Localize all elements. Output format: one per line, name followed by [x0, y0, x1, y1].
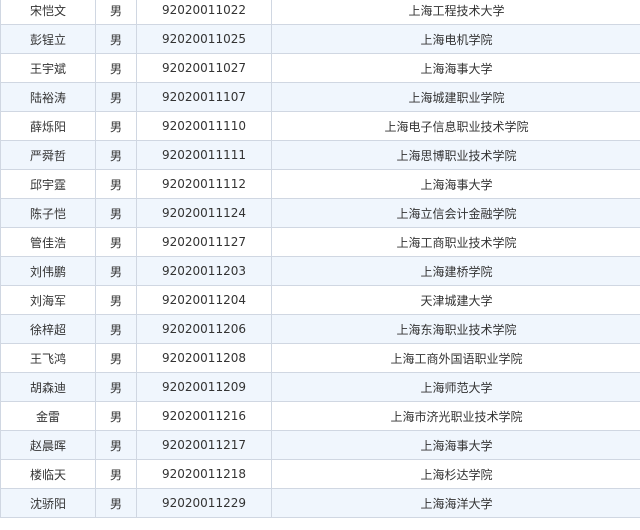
gender-cell: 男	[95, 169, 137, 199]
exam-id-cell: 92020011209	[136, 372, 272, 402]
table-row: 宋恺文 男 92020011022 上海工程技术大学	[0, 0, 640, 25]
table-row: 彭锃立 男 92020011025 上海电机学院	[0, 24, 640, 54]
school-cell: 上海工商外国语职业学院	[271, 343, 640, 373]
exam-id-cell: 92020011124	[136, 198, 272, 228]
table-row: 胡森迪 男 92020011209 上海师范大学	[0, 372, 640, 402]
table-row: 管佳浩 男 92020011127 上海工商职业技术学院	[0, 227, 640, 257]
name-cell: 沈骄阳	[0, 488, 96, 518]
exam-id-cell: 92020011111	[136, 140, 272, 170]
gender-cell: 男	[95, 459, 137, 489]
name-cell: 胡森迪	[0, 372, 96, 402]
school-cell: 上海师范大学	[271, 372, 640, 402]
table-row: 刘海军 男 92020011204 天津城建大学	[0, 285, 640, 315]
gender-cell: 男	[95, 256, 137, 286]
table-row: 沈骄阳 男 92020011229 上海海洋大学	[0, 488, 640, 518]
table-row: 王宇斌 男 92020011027 上海海事大学	[0, 53, 640, 83]
school-cell: 上海立信会计金融学院	[271, 198, 640, 228]
table-row: 金雷 男 92020011216 上海市济光职业技术学院	[0, 401, 640, 431]
table-row: 刘伟鹏 男 92020011203 上海建桥学院	[0, 256, 640, 286]
school-cell: 上海杉达学院	[271, 459, 640, 489]
school-cell: 上海城建职业学院	[271, 82, 640, 112]
school-cell: 上海电子信息职业技术学院	[271, 111, 640, 141]
gender-cell: 男	[95, 140, 137, 170]
table-row: 邱宇霆 男 92020011112 上海海事大学	[0, 169, 640, 199]
name-cell: 陈子恺	[0, 198, 96, 228]
name-cell: 楼临天	[0, 459, 96, 489]
gender-cell: 男	[95, 227, 137, 257]
gender-cell: 男	[95, 24, 137, 54]
exam-id-cell: 92020011022	[136, 0, 272, 25]
table-row: 陆裕涛 男 92020011107 上海城建职业学院	[0, 82, 640, 112]
table-row: 薛烁阳 男 92020011110 上海电子信息职业技术学院	[0, 111, 640, 141]
gender-cell: 男	[95, 401, 137, 431]
name-cell: 宋恺文	[0, 0, 96, 25]
name-cell: 薛烁阳	[0, 111, 96, 141]
table-row: 王飞鸿 男 92020011208 上海工商外国语职业学院	[0, 343, 640, 373]
exam-id-cell: 92020011112	[136, 169, 272, 199]
table-row: 楼临天 男 92020011218 上海杉达学院	[0, 459, 640, 489]
gender-cell: 男	[95, 285, 137, 315]
exam-id-cell: 92020011204	[136, 285, 272, 315]
school-cell: 上海建桥学院	[271, 256, 640, 286]
name-cell: 刘海军	[0, 285, 96, 315]
gender-cell: 男	[95, 343, 137, 373]
candidate-table: 宋恺文 男 92020011022 上海工程技术大学 彭锃立 男 9202001…	[0, 0, 640, 518]
gender-cell: 男	[95, 488, 137, 518]
name-cell: 管佳浩	[0, 227, 96, 257]
exam-id-cell: 92020011110	[136, 111, 272, 141]
name-cell: 王飞鸿	[0, 343, 96, 373]
exam-id-cell: 92020011027	[136, 53, 272, 83]
school-cell: 上海思博职业技术学院	[271, 140, 640, 170]
exam-id-cell: 92020011206	[136, 314, 272, 344]
table-row: 赵晨晖 男 92020011217 上海海事大学	[0, 430, 640, 460]
school-cell: 上海海事大学	[271, 430, 640, 460]
school-cell: 上海工商职业技术学院	[271, 227, 640, 257]
gender-cell: 男	[95, 198, 137, 228]
exam-id-cell: 92020011208	[136, 343, 272, 373]
table-row: 徐梓超 男 92020011206 上海东海职业技术学院	[0, 314, 640, 344]
gender-cell: 男	[95, 430, 137, 460]
gender-cell: 男	[95, 372, 137, 402]
name-cell: 彭锃立	[0, 24, 96, 54]
exam-id-cell: 92020011107	[136, 82, 272, 112]
exam-id-cell: 92020011229	[136, 488, 272, 518]
exam-id-cell: 92020011127	[136, 227, 272, 257]
name-cell: 陆裕涛	[0, 82, 96, 112]
name-cell: 徐梓超	[0, 314, 96, 344]
gender-cell: 男	[95, 314, 137, 344]
school-cell: 上海海事大学	[271, 53, 640, 83]
school-cell: 上海海洋大学	[271, 488, 640, 518]
school-cell: 上海东海职业技术学院	[271, 314, 640, 344]
gender-cell: 男	[95, 82, 137, 112]
name-cell: 王宇斌	[0, 53, 96, 83]
gender-cell: 男	[95, 53, 137, 83]
table-row: 陈子恺 男 92020011124 上海立信会计金融学院	[0, 198, 640, 228]
name-cell: 严舜哲	[0, 140, 96, 170]
school-cell: 上海海事大学	[271, 169, 640, 199]
name-cell: 赵晨晖	[0, 430, 96, 460]
name-cell: 刘伟鹏	[0, 256, 96, 286]
school-cell: 天津城建大学	[271, 285, 640, 315]
exam-id-cell: 92020011217	[136, 430, 272, 460]
school-cell: 上海工程技术大学	[271, 0, 640, 25]
gender-cell: 男	[95, 0, 137, 25]
school-cell: 上海市济光职业技术学院	[271, 401, 640, 431]
exam-id-cell: 92020011025	[136, 24, 272, 54]
exam-id-cell: 92020011203	[136, 256, 272, 286]
gender-cell: 男	[95, 111, 137, 141]
school-cell: 上海电机学院	[271, 24, 640, 54]
name-cell: 邱宇霆	[0, 169, 96, 199]
exam-id-cell: 92020011216	[136, 401, 272, 431]
exam-id-cell: 92020011218	[136, 459, 272, 489]
table-row: 严舜哲 男 92020011111 上海思博职业技术学院	[0, 140, 640, 170]
name-cell: 金雷	[0, 401, 96, 431]
